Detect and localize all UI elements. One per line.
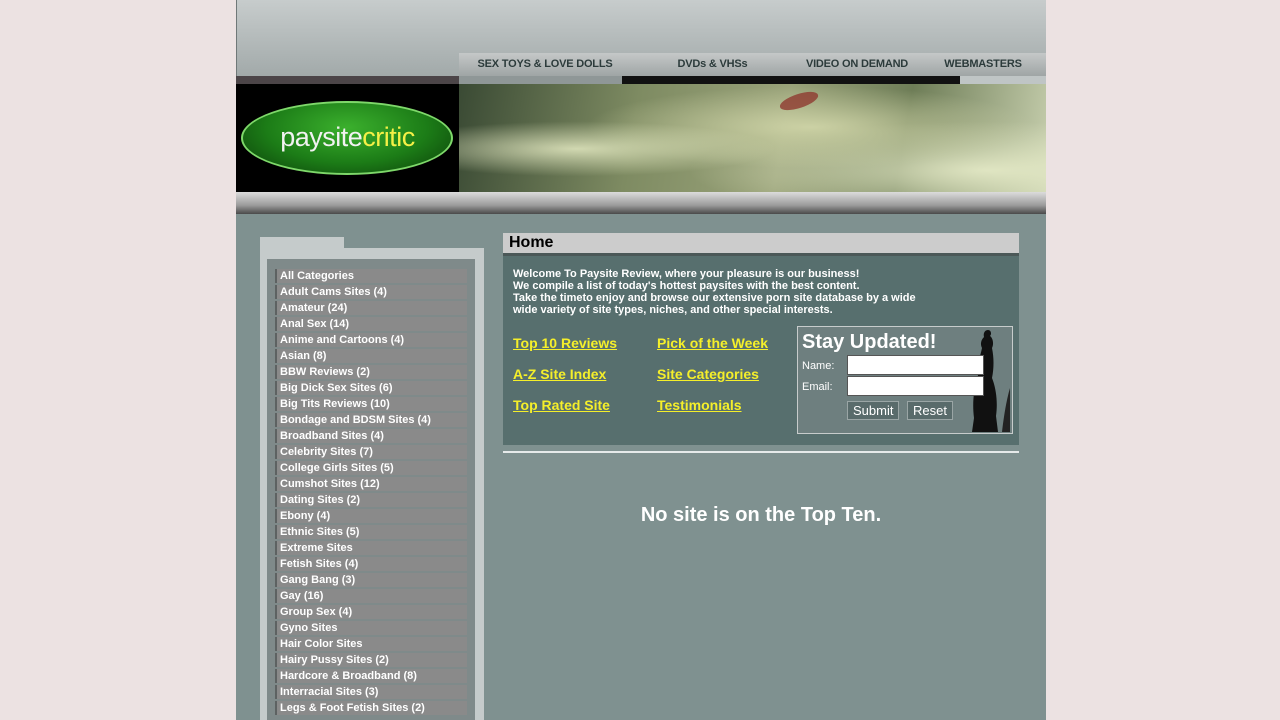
site-categories-link[interactable]: Site Categories (657, 366, 759, 382)
testimonials-link[interactable]: Testimonials (657, 397, 742, 413)
sidebar-category-item[interactable]: Group Sex (4) (275, 605, 467, 619)
submit-button[interactable]: Submit (847, 401, 900, 420)
welcome-line: Take the timeto enjoy and browse our ext… (513, 292, 916, 304)
logo-text-part1: paysite (280, 122, 363, 152)
top-nav: SEX TOYS & LOVE DOLLS DVDs & VHSs VIDEO … (459, 53, 1046, 76)
site-logo[interactable]: paysitecritic (236, 84, 459, 192)
email-input[interactable] (847, 376, 984, 396)
stay-updated-title: Stay Updated! (802, 331, 937, 353)
email-label: Email: (802, 381, 833, 393)
sidebar-category-item[interactable]: Anal Sex (14) (275, 317, 467, 331)
sidebar-category-item[interactable]: Bondage and BDSM Sites (4) (275, 413, 467, 427)
name-label: Name: (802, 360, 835, 372)
sidebar-category-item[interactable]: Big Tits Reviews (10) (275, 397, 467, 411)
az-site-index-link[interactable]: A-Z Site Index (513, 366, 606, 382)
sidebar-category-item[interactable]: Gyno Sites (275, 621, 467, 635)
sidebar-category-item[interactable]: Dating Sites (2) (275, 493, 467, 507)
pick-of-the-week-link[interactable]: Pick of the Week (657, 335, 768, 351)
sidebar-category-item[interactable]: Asian (8) (275, 349, 467, 363)
nav-underline-active (459, 76, 622, 84)
nav-underline-end (960, 76, 1046, 84)
sidebar-category-item[interactable]: Hair Color Sites (275, 637, 467, 651)
sidebar-category-item[interactable]: Hardcore & Broadband (8) (275, 669, 467, 683)
top-rated-site-link[interactable]: Top Rated Site (513, 397, 610, 413)
sidebar-category-item[interactable]: All Categories (275, 269, 467, 283)
sidebar-category-item[interactable]: Broadband Sites (4) (275, 429, 467, 443)
welcome-text: Welcome To Paysite Review, where your pl… (513, 268, 933, 316)
sidebar-category-item[interactable]: Amateur (24) (275, 301, 467, 315)
header-dark-strip (236, 76, 459, 84)
sidebar-category-item[interactable]: Anime and Cartoons (4) (275, 333, 467, 347)
logo-text-part2: critic (362, 122, 415, 152)
hero-decoration (777, 88, 821, 114)
welcome-line: We compile a list of today's hottest pay… (513, 280, 860, 292)
welcome-line: Welcome To Paysite Review, where your pl… (513, 268, 860, 280)
header-divider (236, 0, 237, 84)
name-input[interactable] (847, 355, 984, 375)
sidebar-category-item[interactable]: Fetish Sites (4) (275, 557, 467, 571)
nav-item-sex-toys[interactable]: SEX TOYS & LOVE DOLLS (459, 53, 631, 76)
sidebar-category-item[interactable]: Big Dick Sex Sites (6) (275, 381, 467, 395)
hero-banner-image (459, 84, 1046, 192)
header-bottom-bar (236, 192, 1046, 214)
sidebar-category-item[interactable]: Ebony (4) (275, 509, 467, 523)
category-list: All Categories Adult Cams Sites (4) Amateu… (275, 269, 467, 717)
sidebar-category-item[interactable]: Ethnic Sites (5) (275, 525, 467, 539)
top-10-reviews-link[interactable]: Top 10 Reviews (513, 335, 617, 351)
sidebar-category-item[interactable]: Celebrity Sites (7) (275, 445, 467, 459)
sidebar-category-item[interactable]: Gang Bang (3) (275, 573, 467, 587)
welcome-line: wide variety of site types, niches, and … (513, 304, 833, 316)
content-divider (503, 451, 1019, 453)
reset-button[interactable]: Reset (907, 401, 953, 420)
nav-item-webmasters[interactable]: WEBMASTERS (920, 53, 1046, 76)
stay-updated-form: Stay Updated! Name: Email: Submit Reset (797, 326, 1013, 434)
sidebar-category-item[interactable]: Legs & Foot Fetish Sites (2) (275, 701, 467, 715)
sidebar-category-item[interactable]: BBW Reviews (2) (275, 365, 467, 379)
sidebar-category-item[interactable]: College Girls Sites (5) (275, 461, 467, 475)
site-container: SEX TOYS & LOVE DOLLS DVDs & VHSs VIDEO … (236, 0, 1046, 720)
sidebar-category-item[interactable]: Extreme Sites (275, 541, 467, 555)
sidebar-category-item[interactable]: Cumshot Sites (12) (275, 477, 467, 491)
sidebar-category-item[interactable]: Hairy Pussy Sites (2) (275, 653, 467, 667)
logo-text: paysitecritic (236, 122, 459, 153)
nav-item-video-on-demand[interactable]: VIDEO ON DEMAND (794, 53, 920, 76)
page-title: Home (503, 233, 1019, 253)
sidebar-category-item[interactable]: Adult Cams Sites (4) (275, 285, 467, 299)
nav-item-dvds[interactable]: DVDs & VHSs (631, 53, 794, 76)
sidebar-category-item[interactable]: Interracial Sites (3) (275, 685, 467, 699)
sidebar-category-item[interactable]: Gay (16) (275, 589, 467, 603)
top-ten-empty-message: No site is on the Top Ten. (640, 504, 882, 526)
